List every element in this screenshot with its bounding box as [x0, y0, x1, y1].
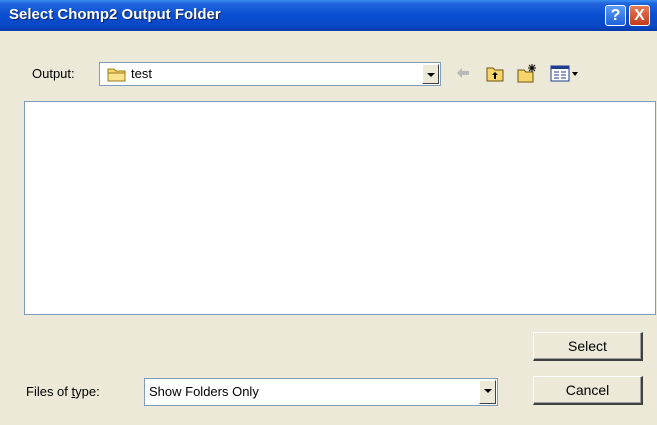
output-folder-combo[interactable]: test — [99, 62, 441, 86]
files-of-type-combo[interactable]: Show Folders Only — [144, 378, 498, 406]
close-button[interactable]: X — [629, 5, 650, 26]
cancel-button[interactable]: Cancel — [533, 376, 643, 405]
dialog-title: Select Chomp2 Output Folder — [9, 6, 221, 23]
title-bar[interactable]: Select Chomp2 Output Folder ? X — [0, 0, 657, 31]
output-dropdown-arrow[interactable] — [422, 64, 439, 84]
output-folder-value: test — [131, 66, 152, 81]
help-button[interactable]: ? — [605, 5, 626, 26]
create-new-folder-icon[interactable] — [516, 62, 538, 84]
files-of-type-label: Files of type: — [26, 384, 100, 399]
files-of-type-value: Show Folders Only — [149, 384, 259, 399]
select-button[interactable]: Select — [533, 332, 643, 361]
up-one-level-icon[interactable] — [484, 62, 506, 84]
output-label: Output: — [32, 66, 75, 81]
back-arrow-icon[interactable] — [452, 62, 474, 84]
folder-icon — [107, 66, 127, 82]
files-of-type-dropdown-arrow[interactable] — [479, 380, 496, 404]
view-menu-icon[interactable] — [549, 62, 583, 84]
folder-list[interactable] — [24, 101, 656, 315]
